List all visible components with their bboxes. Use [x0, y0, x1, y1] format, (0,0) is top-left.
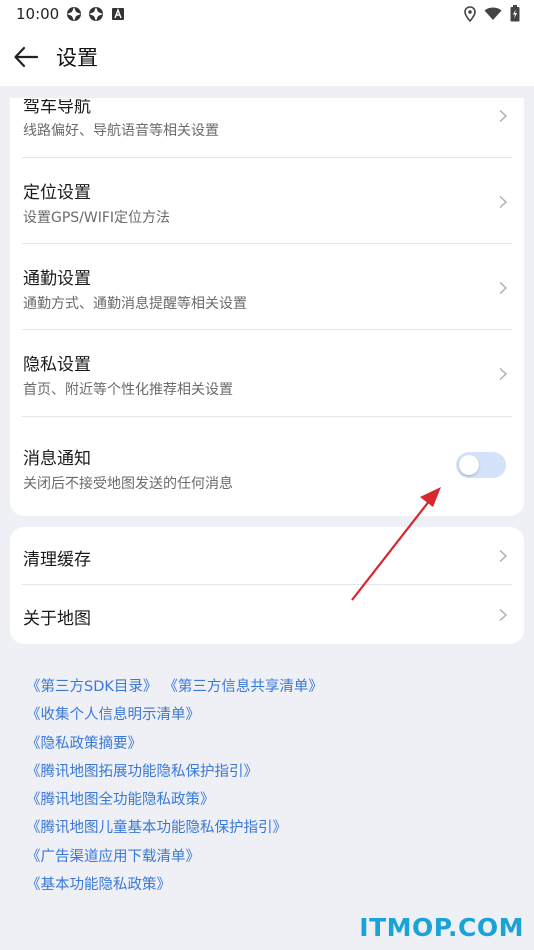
settings-item-subtitle: 关闭后不接受地图发送的任何消息 [23, 476, 233, 492]
settings-item-location[interactable]: 定位设置 设置GPS/WIFI定位方法 [10, 158, 524, 244]
settings-item-subtitle: 通勤方式、通勤消息提醒等相关设置 [23, 296, 247, 312]
link-third-party-sdk[interactable]: 《第三方SDK目录》 [26, 676, 157, 704]
settings-item-title: 消息通知 [23, 449, 91, 469]
settings-item-notifications: 消息通知 关闭后不接受地图发送的任何消息 [10, 417, 524, 516]
settings-item-subtitle: 首页、附近等个性化推荐相关设置 [23, 382, 233, 398]
chevron-right-icon [499, 195, 508, 209]
chevron-right-icon [499, 367, 508, 381]
app-icon [110, 6, 126, 22]
settings-item-commute[interactable]: 通勤设置 通勤方式、通勤消息提醒等相关设置 [10, 244, 524, 330]
settings-card: 驾车导航 线路偏好、导航语音等相关设置 定位设置 设置GPS/WIFI定位方法 … [10, 98, 524, 516]
location-icon [464, 5, 476, 26]
settings-item-subtitle: 设置GPS/WIFI定位方法 [23, 210, 171, 226]
link-full-privacy-policy[interactable]: 《腾讯地图全功能隐私政策》 [26, 789, 323, 817]
link-children-privacy-guide[interactable]: 《腾讯地图儿童基本功能隐私保护指引》 [26, 817, 323, 845]
link-ad-channel-list[interactable]: 《广告渠道应用下载清单》 [26, 846, 323, 874]
back-arrow-icon [14, 46, 39, 68]
settings-item-title: 关于地图 [23, 609, 91, 629]
settings-item-privacy[interactable]: 隐私设置 首页、附近等个性化推荐相关设置 [10, 330, 524, 417]
status-bar: 10:00 [0, 0, 534, 28]
back-button[interactable] [8, 40, 44, 74]
settings-item-title: 清理缓存 [23, 550, 91, 570]
settings-item-title: 定位设置 [23, 183, 91, 203]
settings-item-title: 通勤设置 [23, 269, 91, 289]
link-third-party-sharing[interactable]: 《第三方信息共享清单》 [163, 676, 323, 704]
chevron-right-icon [499, 549, 508, 563]
status-notification-icons [66, 6, 126, 22]
battery-icon [510, 5, 520, 26]
notification-icon [88, 6, 104, 22]
settings-item-about[interactable]: 关于地图 [10, 585, 524, 644]
status-system-icons [464, 5, 520, 26]
settings-item-clear-cache[interactable]: 清理缓存 [10, 527, 524, 585]
page-title: 设置 [56, 46, 98, 70]
watermark-logo: ITMOP.COM [359, 913, 524, 942]
misc-card: 清理缓存 关于地图 [10, 527, 524, 644]
app-bar: 设置 [0, 28, 534, 86]
chevron-right-icon [499, 608, 508, 622]
link-row: 《第三方SDK目录》 《第三方信息共享清单》 [26, 676, 323, 704]
settings-item-driving-navigation[interactable]: 驾车导航 线路偏好、导航语音等相关设置 [10, 98, 524, 158]
chevron-right-icon [499, 281, 508, 295]
settings-item-title: 隐私设置 [23, 355, 91, 375]
policy-links: 《第三方SDK目录》 《第三方信息共享清单》 《收集个人信息明示清单》 《隐私政… [26, 676, 323, 902]
chevron-right-icon [499, 109, 508, 123]
link-privacy-summary[interactable]: 《隐私政策摘要》 [26, 733, 323, 761]
settings-item-title: 驾车导航 [23, 98, 91, 117]
notification-icon [66, 6, 82, 22]
settings-item-subtitle: 线路偏好、导航语音等相关设置 [23, 123, 219, 139]
status-time: 10:00 [16, 5, 60, 23]
link-personal-info-list[interactable]: 《收集个人信息明示清单》 [26, 704, 323, 732]
notification-toggle[interactable] [456, 452, 506, 478]
wifi-icon [484, 6, 502, 25]
link-extended-privacy-guide[interactable]: 《腾讯地图拓展功能隐私保护指引》 [26, 761, 323, 789]
toggle-knob [459, 455, 479, 475]
link-basic-privacy-policy[interactable]: 《基本功能隐私政策》 [26, 874, 323, 902]
